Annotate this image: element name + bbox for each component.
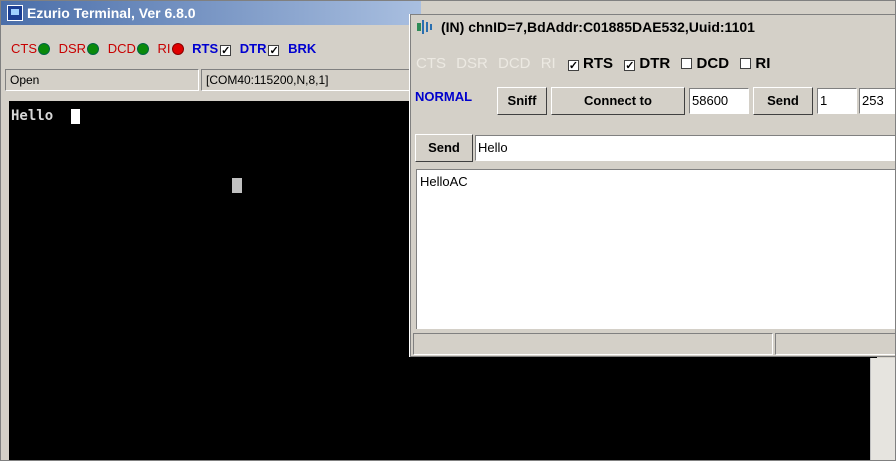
channel-control-row: NORMAL Sniff Connect to 58600 Send 1 253: [411, 85, 895, 117]
signal-dsr-label: DSR: [58, 41, 87, 56]
channel-signal-cts: CTS: [416, 55, 446, 72]
connect-port-field[interactable]: 58600: [689, 88, 749, 114]
dtr-toggle[interactable]: DTR ✓: [240, 39, 280, 59]
channel-status-panel-2: [775, 333, 895, 355]
channel-dcd-toggle[interactable]: DCD: [679, 55, 729, 73]
channel-dtr-checkbox[interactable]: ✓: [624, 60, 636, 72]
mode-indicator: NORMAL: [415, 89, 473, 104]
channel-signal-dsr: DSR: [456, 55, 488, 72]
ri-led-icon: [171, 43, 184, 55]
channel-rts-checkbox[interactable]: ✓: [567, 60, 579, 72]
channel-status-panel-1: [413, 333, 773, 355]
channel-signal-row: CTS DSR DCD RI ✓ RTS ✓ DTR DCD RI: [416, 55, 775, 73]
channel-window-title: (IN) chnID=7,BdAddr:C01885DAE532,Uuid:11…: [441, 19, 755, 35]
terminal-app-icon: [7, 5, 23, 21]
channel-ri-checkbox[interactable]: [740, 58, 752, 69]
received-text: HelloAC: [420, 174, 468, 189]
signal-ri-label: RI: [157, 41, 171, 56]
brk-label: BRK: [288, 41, 317, 56]
signal-ri: RI: [158, 39, 184, 59]
rts-label: RTS: [192, 41, 219, 56]
terminal-scrollbar[interactable]: [870, 358, 895, 460]
channel-window: (IN) chnID=7,BdAddr:C01885DAE532,Uuid:11…: [410, 14, 896, 357]
rts-toggle[interactable]: RTS ✓: [192, 39, 232, 59]
sniff-button[interactable]: Sniff: [497, 87, 547, 115]
signal-cts: CTS: [11, 39, 50, 59]
channel-dcd-label: DCD: [696, 55, 730, 72]
signal-cts-label: CTS: [11, 41, 37, 56]
channel-dtr-toggle[interactable]: ✓ DTR: [622, 55, 670, 73]
send-size-field[interactable]: 253: [859, 88, 895, 114]
brk-toggle[interactable]: BRK: [288, 39, 316, 59]
bluetooth-channel-icon: [417, 20, 432, 34]
main-window-title: Ezurio Terminal, Ver 6.8.0: [27, 5, 196, 21]
terminal-text: Hello: [11, 108, 54, 124]
main-title-bar[interactable]: Ezurio Terminal, Ver 6.8.0: [1, 1, 421, 25]
cts-led-icon: [38, 43, 50, 55]
channel-ri-toggle[interactable]: RI: [738, 55, 770, 73]
channel-ri-label: RI: [755, 55, 771, 72]
send-row: Send Hello: [411, 133, 895, 163]
send-count-button[interactable]: Send: [753, 87, 813, 115]
channel-dtr-label: DTR: [639, 55, 671, 72]
channel-rts-label: RTS: [583, 55, 614, 72]
connect-to-button[interactable]: Connect to: [551, 87, 685, 115]
port-settings-status: [COM40:115200,N,8,1]: [201, 69, 411, 91]
signal-dcd: DCD: [108, 39, 149, 59]
dtr-label: DTR: [239, 41, 267, 56]
connection-status: Open: [5, 69, 199, 91]
received-output-area[interactable]: HelloAC: [416, 169, 895, 329]
channel-title-bar[interactable]: (IN) chnID=7,BdAddr:C01885DAE532,Uuid:11…: [411, 15, 895, 39]
channel-signal-dcd: DCD: [498, 55, 531, 72]
channel-dcd-checkbox[interactable]: [681, 58, 693, 69]
channel-signal-ri: RI: [540, 55, 556, 72]
main-signal-row: CTS DSR DCD RI RTS ✓ DTR ✓ BRK: [11, 39, 321, 59]
signal-dsr: DSR: [58, 39, 100, 59]
terminal-block-cursor: [232, 178, 242, 193]
channel-rts-toggle[interactable]: ✓ RTS: [566, 55, 613, 73]
send-text-button[interactable]: Send: [415, 134, 473, 162]
send-count-field[interactable]: 1: [817, 88, 857, 114]
rts-checkbox[interactable]: ✓: [220, 45, 232, 57]
dtr-checkbox[interactable]: ✓: [268, 45, 280, 57]
dsr-led-icon: [87, 43, 100, 55]
signal-dcd-label: DCD: [107, 41, 136, 56]
send-text-field[interactable]: Hello: [475, 135, 895, 161]
dcd-led-icon: [136, 43, 149, 55]
terminal-cursor: [71, 109, 80, 124]
